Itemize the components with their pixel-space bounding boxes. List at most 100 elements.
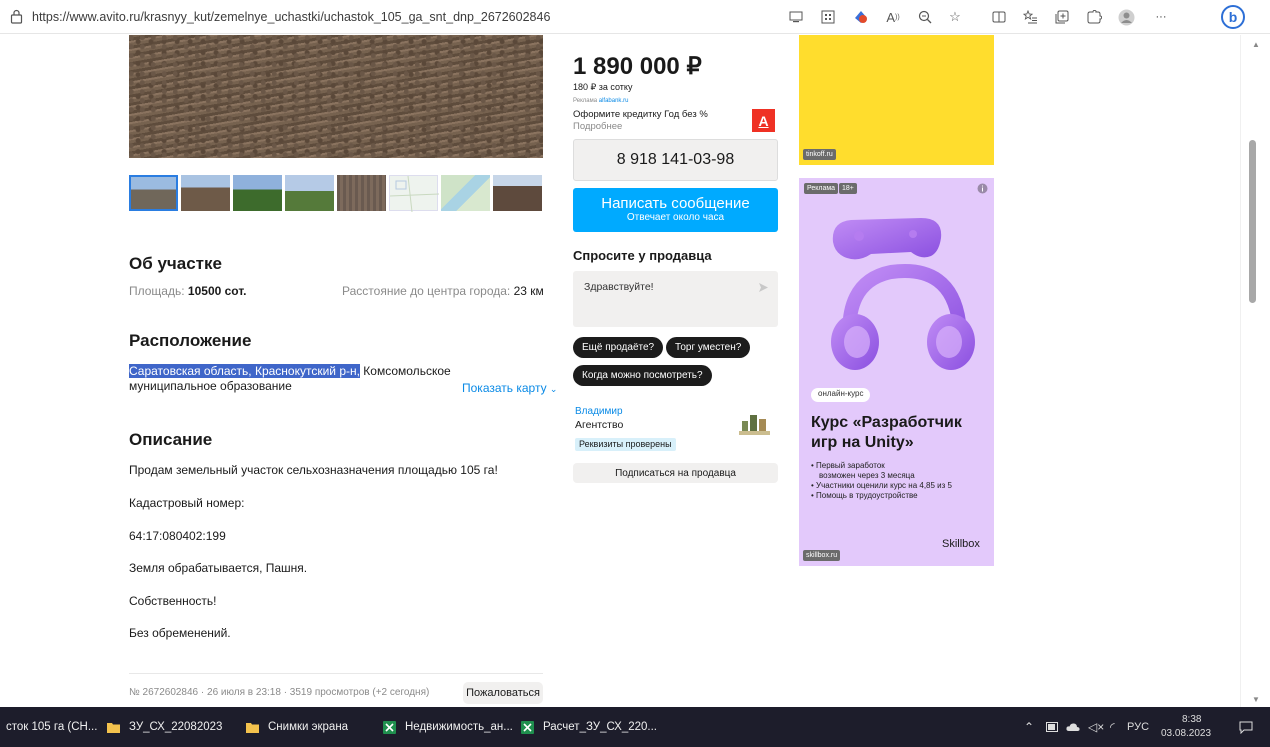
extensions-puzzle-icon[interactable] <box>1085 8 1103 26</box>
taskbar-item-folder-screens[interactable]: Снимки экрана <box>246 707 348 747</box>
taskbar-item-excel-calc[interactable]: Расчет_ЗУ_СХ_220... <box>521 707 657 747</box>
browser-address-bar: https://www.avito.ru/krasnyy_kut/zemelny… <box>0 0 1270 34</box>
age-rating: 18+ <box>839 183 857 194</box>
send-icon[interactable] <box>758 282 769 293</box>
ad-bullet-text: Помощь в трудоустройстве <box>816 491 918 500</box>
taskbar-label: ЗУ_СХ_22082023 <box>129 721 223 733</box>
skillbox-ad-banner[interactable]: Реклама 18+ онлайн-курс Курс «Разработчи… <box>799 178 994 566</box>
distance-value: 23 км <box>513 284 544 298</box>
seller-name-link[interactable]: Владимир <box>575 406 623 417</box>
scroll-up-arrow-icon[interactable]: ▲ <box>1252 40 1260 49</box>
address-rest-text: Комсомольское <box>359 364 451 378</box>
taskbar-item-folder-zu[interactable]: ЗУ_СХ_22082023 <box>107 707 222 747</box>
taskbar-label: Недвижимость_ан... <box>405 721 513 733</box>
scroll-down-arrow-icon[interactable]: ▼ <box>1252 695 1260 704</box>
ad-title-line-1: Курс «Разработчик <box>811 414 962 431</box>
thumbnail-5[interactable] <box>337 175 386 211</box>
response-time-label: Отвечает около часа <box>626 212 725 223</box>
favorites-list-icon[interactable] <box>1021 8 1039 26</box>
description-line: Собственность! <box>129 594 217 608</box>
ask-seller-input[interactable]: Здравствуйте! <box>573 271 778 327</box>
description-line: Продам земельный участок сельхозназначен… <box>129 463 498 477</box>
folder-icon <box>246 722 259 733</box>
url-text[interactable]: https://www.avito.ru/krasnyy_kut/zemelny… <box>32 10 550 24</box>
thumbnail-4[interactable] <box>285 175 334 211</box>
ad-bullet: • Первый заработок <box>811 461 885 470</box>
extension-icon[interactable] <box>852 8 870 26</box>
profile-avatar-icon[interactable] <box>1117 8 1135 26</box>
volume-muted-icon[interactable]: ◁× <box>1088 720 1104 734</box>
battery-icon[interactable] <box>1046 722 1059 732</box>
address-selected-text[interactable]: Саратовская область, Краснокутский р-н, <box>129 364 360 378</box>
write-message-button[interactable]: Написать сообщение Отвечает около часа <box>573 188 778 232</box>
folder-icon <box>107 722 120 733</box>
ask-seller-heading: Спросите у продавца <box>573 248 712 263</box>
info-icon[interactable] <box>977 183 988 194</box>
tray-chevron-up-icon[interactable]: ⌃ <box>1024 720 1034 734</box>
zoom-icon[interactable] <box>916 8 934 26</box>
ad-label-row: Реклама alfabank.ru <box>573 98 628 104</box>
taskbar-label: Снимки экрана <box>268 721 349 733</box>
thumbnail-8[interactable] <box>493 175 542 211</box>
online-course-tag: онлайн-курс <box>811 388 871 402</box>
show-phone-button[interactable]: 8 918 141-03-98 <box>573 139 778 181</box>
app-available-icon[interactable] <box>787 8 805 26</box>
ad-label: Реклама <box>573 98 598 104</box>
excel-icon <box>383 720 396 734</box>
wifi-icon[interactable]: ◜ <box>1110 720 1115 734</box>
taskbar-item-browser[interactable]: сток 105 га (СН... <box>6 707 97 747</box>
clock-time[interactable]: 8:38 <box>1182 714 1201 725</box>
ad-source-link[interactable]: alfabank.ru <box>599 98 629 104</box>
notifications-icon[interactable] <box>1239 721 1253 734</box>
report-button[interactable]: Пожаловаться <box>463 682 543 704</box>
about-heading: Об участке <box>129 254 222 273</box>
reader-grid-icon[interactable] <box>819 8 837 26</box>
scroll-thumb[interactable] <box>1249 140 1256 303</box>
settings-more-icon[interactable]: ··· <box>1152 8 1170 26</box>
thumbnail-6-map[interactable] <box>389 175 440 213</box>
read-aloud-icon[interactable]: A)) <box>884 8 902 26</box>
ad-more-link[interactable]: Подробнее <box>573 121 622 132</box>
gamepad-headphones-illustration <box>831 218 975 370</box>
listing-price: 1 890 000 ₽ <box>573 53 702 80</box>
thumbnail-3[interactable] <box>233 175 282 211</box>
ad-credit-text[interactable]: Оформите кредитку Год без % <box>573 109 708 120</box>
listing-meta: № 2672602846 · 26 июля в 23:18 · 3519 пр… <box>129 687 430 698</box>
description-heading: Описание <box>129 430 213 449</box>
site-info-icon[interactable] <box>10 9 23 24</box>
seller-agency-logo[interactable] <box>739 411 770 435</box>
input-language[interactable]: РУС <box>1127 721 1149 733</box>
quick-question-still-selling[interactable]: Ещё продаёте? <box>573 337 664 358</box>
price-per-sotka: 180 ₽ за сотку <box>573 82 633 92</box>
ad-bullet-text: Участники оценили курс на 4,85 из 5 <box>816 481 952 490</box>
distance-row: Расстояние до центра города: 23 км <box>342 284 544 298</box>
thumbnail-1[interactable] <box>129 175 178 211</box>
thumbnail-7-map[interactable] <box>441 175 490 211</box>
taskbar-item-excel-realty[interactable]: Недвижимость_ан... <box>383 707 513 747</box>
tinkoff-ad-banner[interactable]: tinkoff.ru <box>799 35 994 165</box>
favorite-star-icon[interactable]: ☆ <box>946 8 964 26</box>
clock-date[interactable]: 03.08.2023 <box>1161 728 1211 739</box>
area-value: 10500 сот. <box>187 284 247 298</box>
address-line-2: муниципальное образование <box>129 379 292 393</box>
thumbnail-2[interactable] <box>181 175 230 211</box>
collections-icon[interactable] <box>1053 8 1071 26</box>
quick-question-when-view[interactable]: Когда можно посмотреть? <box>573 365 712 386</box>
skillbox-brand: Skillbox <box>942 538 980 550</box>
bing-chat-icon[interactable]: b <box>1221 5 1245 29</box>
page-scrollbar[interactable]: ▲ ▼ <box>1240 35 1270 707</box>
footer-divider <box>129 673 543 674</box>
show-map-link[interactable]: Показать карту ⌄ <box>462 381 557 395</box>
subscribe-seller-button[interactable]: Подписаться на продавца <box>573 463 778 483</box>
listing-main-photo[interactable] <box>129 35 543 158</box>
ad-marker: Реклама <box>804 183 839 194</box>
web-page: Об участке Площадь: 10500 сот. Расстояни… <box>0 35 1238 707</box>
area-label: Площадь: <box>129 284 185 298</box>
ad-source-tag: skillbox.ru <box>803 550 841 561</box>
onedrive-cloud-icon[interactable] <box>1066 722 1080 732</box>
split-screen-icon[interactable] <box>990 8 1008 26</box>
quick-question-bargain[interactable]: Торг уместен? <box>666 337 751 358</box>
ad-bullet: • Участники оценили курс на 4,85 из 5 <box>811 481 952 490</box>
alfabank-logo[interactable]: А <box>752 109 775 132</box>
write-message-label: Написать сообщение <box>601 195 750 212</box>
